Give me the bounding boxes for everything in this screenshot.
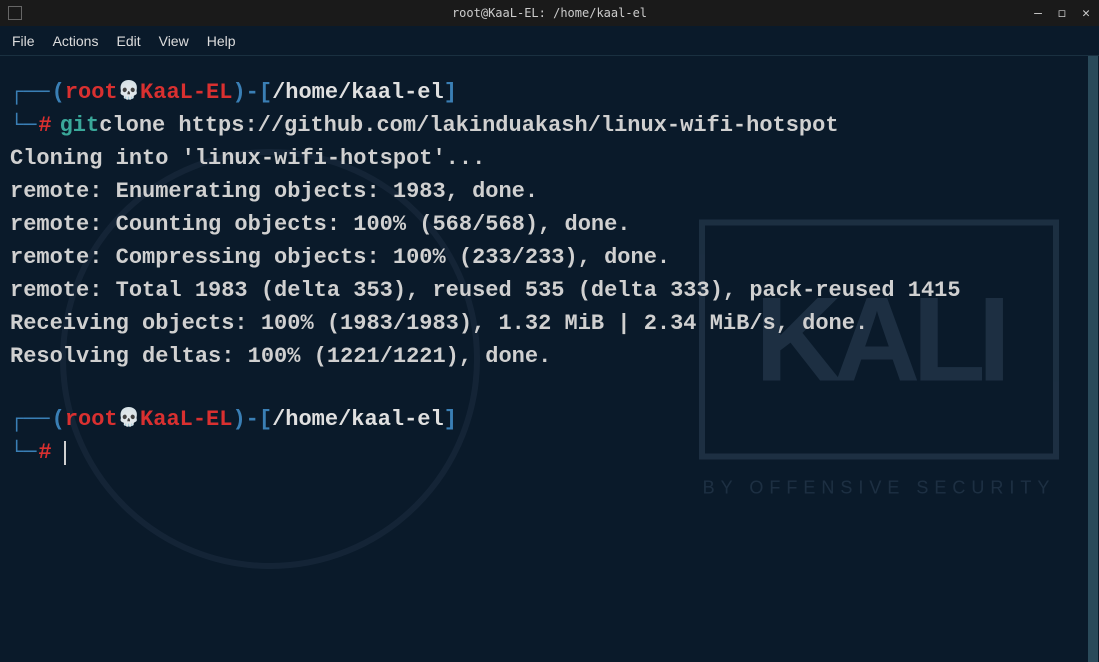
output-line: Resolving deltas: 100% (1221/1221), done… [10,340,1089,373]
command-name: git [60,109,100,142]
prompt-host: KaaL-EL [140,403,232,436]
output-line: remote: Total 1983 (delta 353), reused 5… [10,274,1089,307]
spacer [10,373,1089,403]
minimize-button[interactable]: – [1031,6,1045,21]
paren-open: ( [52,76,65,109]
close-button[interactable]: ✕ [1079,6,1093,21]
prompt-path: /home/kaal-el [272,76,444,109]
output-line: remote: Enumerating objects: 1983, done. [10,175,1089,208]
prompt-path: /home/kaal-el [272,403,444,436]
command-args: clone https://github.com/lakinduakash/li… [99,109,838,142]
window-title: root@KaaL-EL: /home/kaal-el [452,6,647,20]
prompt-host: KaaL-EL [140,76,232,109]
menu-file[interactable]: File [12,33,35,49]
menu-help[interactable]: Help [207,33,236,49]
prompt-corner-icon: ┌── [10,76,50,109]
prompt-dash: - [246,76,259,109]
terminal[interactable]: KALI BY OFFENSIVE SECURITY ┌── ( root 💀 … [0,56,1099,662]
output-line: Receiving objects: 100% (1983/1983), 1.3… [10,307,1089,340]
prompt-line-2: ┌── ( root 💀 KaaL-EL ) - [ /home/kaal-el… [10,403,1089,436]
scrollbar-thumb[interactable] [1088,56,1098,662]
kali-tagline: BY OFFENSIVE SECURITY [699,478,1059,499]
titlebar: root@KaaL-EL: /home/kaal-el – ◻ ✕ [0,0,1099,26]
prompt-corner2-icon: └─ [10,109,36,142]
skull-icon: 💀 [118,79,140,106]
skull-icon: 💀 [118,406,140,433]
output-line: Cloning into 'linux-wifi-hotspot'... [10,142,1089,175]
bracket-open: [ [259,76,272,109]
maximize-button[interactable]: ◻ [1055,6,1069,21]
paren-open: ( [52,403,65,436]
window-controls: – ◻ ✕ [1031,6,1093,21]
menu-edit[interactable]: Edit [116,33,140,49]
command-line-2[interactable]: └─ # [10,436,1089,469]
prompt-hash: # [38,109,51,142]
menu-actions[interactable]: Actions [53,33,99,49]
bracket-open: [ [259,403,272,436]
prompt-dash: - [246,403,259,436]
prompt-user: root [65,403,118,436]
menu-view[interactable]: View [159,33,189,49]
prompt-corner-icon: ┌── [10,403,50,436]
prompt-hash: # [38,436,51,469]
command-line-1: └─ # git clone https://github.com/lakind… [10,109,1089,142]
cursor [64,441,66,465]
app-icon [8,6,22,20]
output-line: remote: Counting objects: 100% (568/568)… [10,208,1089,241]
terminal-content: ┌── ( root 💀 KaaL-EL ) - [ /home/kaal-el… [10,76,1089,469]
output-line: remote: Compressing objects: 100% (233/2… [10,241,1089,274]
menubar: File Actions Edit View Help [0,26,1099,56]
paren-close: ) [232,403,245,436]
prompt-line-1: ┌── ( root 💀 KaaL-EL ) - [ /home/kaal-el… [10,76,1089,109]
bracket-close: ] [444,403,457,436]
paren-close: ) [232,76,245,109]
bracket-close: ] [444,76,457,109]
prompt-user: root [65,76,118,109]
prompt-corner2-icon: └─ [10,436,36,469]
